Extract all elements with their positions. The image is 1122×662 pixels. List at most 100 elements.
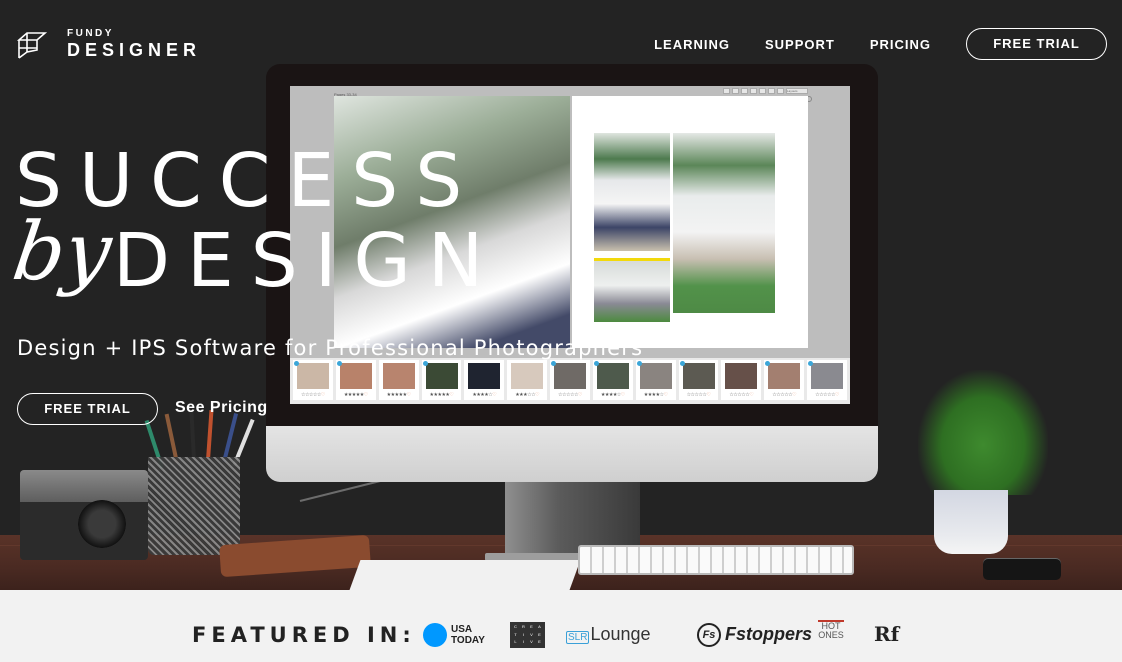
photo-thumbnail[interactable]: ★★★★★♡: [421, 360, 462, 400]
nav-support[interactable]: SUPPORT: [765, 37, 835, 52]
thumbnail-image: [425, 363, 458, 389]
photo-thumbnail[interactable]: ★★★★☆♡: [464, 360, 505, 400]
thumbnail-image: [297, 363, 329, 389]
hot-ones-logo[interactable]: HOT ONES: [818, 620, 844, 650]
fstoppers-logo-text[interactable]: Fstoppers: [725, 624, 812, 645]
slr-lounge-logo[interactable]: SLR Lounge: [566, 624, 651, 645]
keyboard: [578, 545, 854, 575]
fstoppers-logo-icon: Fs: [697, 623, 721, 647]
photo-thumbnail[interactable]: ☆☆☆☆☆♡: [807, 360, 847, 400]
photo-thumbnail[interactable]: ☆☆☆☆☆♡: [721, 360, 762, 400]
creativelive-letter: E: [538, 631, 541, 637]
thumbnail-image: [596, 363, 629, 389]
heart-icon[interactable]: ♡: [664, 392, 668, 398]
photo-thumbnail[interactable]: ☆☆☆☆☆♡: [764, 360, 805, 400]
nav-learning[interactable]: LEARNING: [654, 37, 730, 52]
star-rating[interactable]: ★★★★★♡: [336, 392, 376, 398]
frame-tool-icon[interactable]: [732, 88, 739, 94]
used-badge-icon: [422, 361, 428, 366]
heart-icon[interactable]: ♡: [792, 392, 796, 398]
star-rating[interactable]: ☆☆☆☆☆♡: [721, 392, 761, 398]
star-rating[interactable]: ☆☆☆☆☆♡: [293, 392, 333, 398]
heart-icon[interactable]: ♡: [535, 392, 539, 398]
creativelive-letter: T: [514, 631, 517, 637]
zoom-tool-icon[interactable]: [723, 88, 730, 94]
album-photo[interactable]: [594, 261, 670, 322]
photo-thumbnail[interactable]: ★★★☆☆♡: [507, 360, 548, 400]
usa-today-line1: USA: [451, 624, 473, 635]
creativelive-letter: V: [530, 639, 533, 645]
star-rating[interactable]: ★★★★★♡: [379, 392, 419, 398]
hero-tagline: Design + IPS Software for Professional P…: [17, 336, 644, 360]
creativelive-letter: E: [538, 639, 541, 645]
photo-thumbnail[interactable]: ☆☆☆☆☆♡: [678, 360, 719, 400]
thumbnail-image: [339, 363, 372, 389]
pencil: [189, 409, 196, 461]
pencil: [164, 413, 179, 464]
see-pricing-link[interactable]: See Pricing: [175, 399, 268, 417]
heart-icon[interactable]: ♡: [449, 392, 453, 398]
used-badge-icon: [294, 361, 299, 366]
creativelive-letter: C: [514, 624, 517, 629]
usa-today-logo-icon: [423, 623, 447, 647]
usa-today-logo-text[interactable]: USA TODAY: [451, 624, 485, 646]
shape-tool-icon[interactable]: [759, 88, 766, 94]
hero-free-trial-button[interactable]: FREE TRIAL: [17, 393, 158, 425]
photo-thumbnail[interactable]: ☆☆☆☆☆♡: [293, 360, 333, 400]
photo-thumbnail[interactable]: ☆☆☆☆☆♡: [550, 360, 590, 400]
heart-icon[interactable]: ♡: [621, 392, 625, 398]
cube-logo-icon: [17, 31, 47, 59]
star-rating[interactable]: ☆☆☆☆☆♡: [807, 392, 847, 398]
thumbnail-image: [511, 363, 544, 389]
heart-icon[interactable]: ♡: [492, 392, 496, 398]
rangefinder-logo[interactable]: Rf: [874, 622, 899, 646]
album-photo[interactable]: [594, 133, 670, 251]
star-rating[interactable]: ★★★★☆♡: [464, 392, 504, 398]
album-photo[interactable]: [673, 133, 775, 313]
plant: [918, 370, 1048, 495]
heart-icon[interactable]: ♡: [706, 392, 710, 398]
photo-thumbnail[interactable]: ★★★★☆♡: [592, 360, 633, 400]
fill-tool-icon[interactable]: [750, 88, 757, 94]
star-rating[interactable]: ★★★★☆♡: [593, 392, 633, 398]
thumbnail-image: [639, 363, 672, 389]
layer-tool-icon[interactable]: [768, 88, 775, 94]
heart-icon[interactable]: ♡: [835, 392, 839, 398]
photo-thumbnail[interactable]: ★★★★☆♡: [635, 360, 676, 400]
logo-text-fundy: FUNDY: [67, 28, 114, 39]
used-badge-icon: [636, 361, 642, 366]
thumbnail-image: [811, 363, 844, 389]
text-tool-icon[interactable]: [741, 88, 748, 94]
creativelive-letter: R: [522, 624, 525, 629]
star-rating[interactable]: ★★★★★♡: [422, 392, 462, 398]
featured-in-bar: [0, 590, 1122, 662]
star-rating[interactable]: ☆☆☆☆☆♡: [679, 392, 719, 398]
slr-mark: SLR: [566, 631, 590, 644]
heart-icon[interactable]: ♡: [578, 392, 582, 398]
layouts-button[interactable]: Layouts: [786, 88, 808, 94]
heart-icon[interactable]: ♡: [364, 392, 368, 398]
star-rating[interactable]: ☆☆☆☆☆♡: [764, 392, 804, 398]
star-rating[interactable]: ★★★★☆♡: [636, 392, 676, 398]
heart-icon[interactable]: ♡: [321, 392, 325, 398]
thumbnail-image: [554, 363, 587, 389]
nav-pricing[interactable]: PRICING: [870, 37, 931, 52]
creativelive-logo[interactable]: CREATIVELIVE: [510, 622, 545, 648]
heart-icon[interactable]: ♡: [407, 392, 411, 398]
usa-today-line2: TODAY: [451, 635, 485, 646]
heart-icon[interactable]: ♡: [749, 392, 753, 398]
headline-design: DESIGN: [113, 218, 501, 304]
hero-section: Pages 33-34 Layouts ☆☆☆☆☆♡ ★★★★★♡ ★★★★★♡ ★★…: [0, 0, 1122, 590]
nav-free-trial-button[interactable]: FREE TRIAL: [966, 28, 1107, 60]
photo-thumbnail[interactable]: ★★★★★♡: [335, 360, 376, 400]
logo[interactable]: FUNDY DESIGNER: [17, 28, 201, 61]
view-tool-icon[interactable]: [777, 88, 784, 94]
creativelive-letter: I: [522, 631, 525, 637]
star-rating[interactable]: ★★★☆☆♡: [507, 392, 547, 398]
album-page-right[interactable]: [572, 96, 808, 348]
creativelive-letter: E: [530, 624, 533, 629]
camera-lens: [78, 500, 126, 548]
star-rating[interactable]: ☆☆☆☆☆♡: [550, 392, 590, 398]
creativelive-letter: I: [522, 639, 525, 645]
photo-thumbnail[interactable]: ★★★★★♡: [378, 360, 419, 400]
